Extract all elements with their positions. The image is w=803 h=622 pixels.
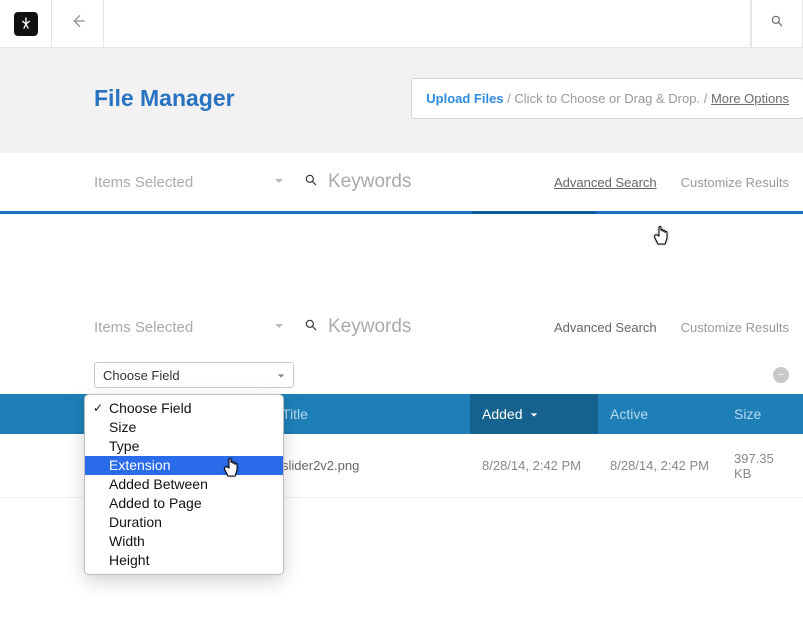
row-added: 8/28/14, 2:42 PM <box>470 458 598 473</box>
items-selected-dropdown[interactable]: Items Selected <box>94 318 304 336</box>
advanced-search-link[interactable]: Advanced Search <box>554 320 657 335</box>
keyword-input[interactable] <box>328 171 488 193</box>
dropdown-option-extension[interactable]: Extension <box>85 456 283 475</box>
upload-more-options-link[interactable]: More Options <box>711 91 789 106</box>
remove-filter-button[interactable]: − <box>773 367 789 383</box>
back-button[interactable] <box>52 0 104 47</box>
advanced-search-link[interactable]: Advanced Search <box>554 175 657 190</box>
upload-hint-sep2: / <box>704 91 711 106</box>
field-select-value: Choose Field <box>103 368 180 383</box>
dropdown-option-size[interactable]: Size <box>85 418 283 437</box>
chevron-down-icon <box>274 318 284 336</box>
dropdown-option-choose-field[interactable]: Choose Field <box>85 399 283 418</box>
chevron-down-icon <box>274 173 284 191</box>
column-active[interactable]: Active <box>598 394 722 434</box>
arrow-left-icon <box>69 12 87 35</box>
filter-bar-expanded: Items Selected Advanced Search Customize… <box>0 298 803 356</box>
upload-files-link[interactable]: Upload Files <box>426 91 503 106</box>
customize-results-link[interactable]: Customize Results <box>681 320 789 335</box>
customize-results-link[interactable]: Customize Results <box>681 175 789 190</box>
top-bar <box>0 0 803 48</box>
top-bar-spacer <box>104 0 751 47</box>
dropdown-option-added-to-page[interactable]: Added to Page <box>85 494 283 513</box>
row-title[interactable]: slider2v2.png <box>270 458 470 473</box>
search-icon <box>304 318 318 337</box>
global-search-button[interactable] <box>751 0 803 47</box>
field-select[interactable]: Choose Field <box>94 362 294 388</box>
keyword-search <box>304 316 554 338</box>
sort-desc-icon <box>530 406 538 422</box>
chevron-down-icon <box>277 368 285 383</box>
items-selected-dropdown[interactable]: Items Selected <box>94 173 304 191</box>
app-logo-cell[interactable] <box>0 0 52 47</box>
keyword-input[interactable] <box>328 316 488 338</box>
minus-icon: − <box>778 370 784 381</box>
dropdown-option-added-between[interactable]: Added Between <box>85 475 283 494</box>
keyword-search <box>304 171 554 193</box>
advanced-field-row: Choose Field − <box>0 356 803 394</box>
column-title[interactable]: Title <box>270 394 470 434</box>
row-size: 397.35 KB <box>722 451 803 481</box>
items-selected-label: Items Selected <box>94 174 193 191</box>
column-size[interactable]: Size <box>722 394 803 434</box>
upload-drop-area[interactable]: Upload Files / Click to Choose or Drag &… <box>411 78 803 119</box>
search-icon <box>770 14 784 33</box>
column-added[interactable]: Added <box>470 394 598 434</box>
row-active: 8/28/14, 2:42 PM <box>598 458 722 473</box>
dropdown-option-type[interactable]: Type <box>85 437 283 456</box>
items-selected-label: Items Selected <box>94 319 193 336</box>
upload-hint: Click to Choose or Drag & Drop. <box>514 91 700 106</box>
dropdown-option-height[interactable]: Height <box>85 551 283 570</box>
app-logo-icon <box>14 12 38 36</box>
filter-bar: Items Selected Advanced Search Customize… <box>0 153 803 211</box>
search-icon <box>304 173 318 192</box>
page-header: File Manager Upload Files / Click to Cho… <box>0 48 803 153</box>
page-title: File Manager <box>94 85 235 112</box>
dropdown-option-duration[interactable]: Duration <box>85 513 283 532</box>
dropdown-option-width[interactable]: Width <box>85 532 283 551</box>
field-dropdown-menu[interactable]: Choose Field Size Type Extension Added B… <box>84 394 284 575</box>
